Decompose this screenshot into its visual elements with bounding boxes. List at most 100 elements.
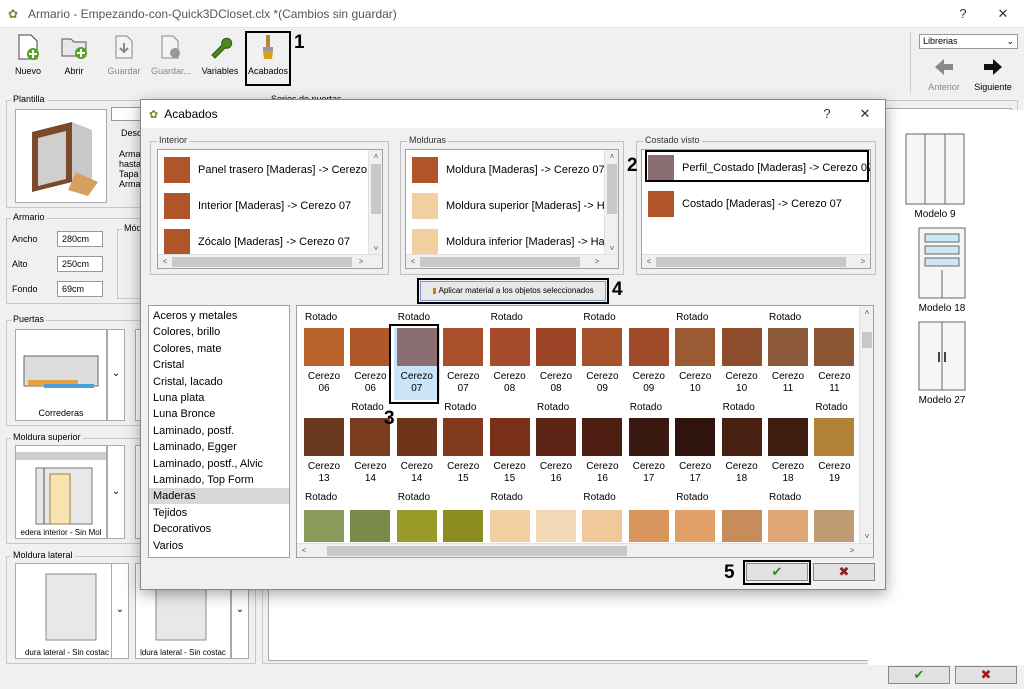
category-item[interactable]: Cristal <box>153 357 184 373</box>
scroll-thumb[interactable] <box>172 257 352 267</box>
moldura-lateral-preview-a[interactable]: dura lateral - Sin costac <box>15 563 119 659</box>
scroll-thumb[interactable] <box>420 257 580 267</box>
material-tile[interactable]: Cerezo 10 <box>672 328 718 395</box>
horizontal-scrollbar[interactable]: < > <box>406 254 618 268</box>
horizontal-scrollbar[interactable]: < > <box>158 254 382 268</box>
moldura-superior-dropdown[interactable]: ⌄ <box>107 445 125 539</box>
horizontal-scrollbar[interactable]: < > <box>642 254 870 268</box>
puertas-dropdown[interactable]: ⌄ <box>107 329 125 421</box>
material-tile[interactable]: Cerezo 06 <box>301 328 347 395</box>
chevron-left-icon[interactable]: < <box>158 255 172 268</box>
category-item[interactable]: Maderas <box>149 488 289 505</box>
material-swatch[interactable] <box>721 510 762 542</box>
list-item[interactable]: Costado [Maderas] -> Cerezo 07 <box>648 190 842 218</box>
dialog-cancel-button[interactable]: ✖ <box>813 563 875 581</box>
main-ok-button[interactable]: ✔ <box>888 666 950 684</box>
ancho-input[interactable]: 280cm <box>57 231 103 247</box>
category-item[interactable]: Aceros y metales <box>153 308 237 324</box>
chevron-right-icon[interactable]: > <box>590 255 604 268</box>
material-tile[interactable]: Cerezo 14 <box>394 418 440 485</box>
scroll-thumb[interactable] <box>656 257 846 267</box>
scroll-thumb[interactable] <box>607 164 617 214</box>
interior-list[interactable]: Panel trasero [Maderas] -> Cerezo Interi… <box>157 149 383 269</box>
material-swatch[interactable] <box>350 510 391 542</box>
list-item[interactable]: Zócalo [Maderas] -> Cerezo 07 <box>164 228 350 256</box>
material-tile[interactable]: Cerezo 08 <box>533 328 579 395</box>
material-swatch[interactable] <box>396 510 437 542</box>
model-18[interactable]: Modelo 18 <box>912 226 972 314</box>
material-tile[interactable]: Cerezo 16 <box>533 418 579 485</box>
category-item[interactable]: Colores, mate <box>153 341 221 357</box>
chevron-right-icon[interactable]: > <box>354 255 368 268</box>
category-item[interactable]: Luna Bronce <box>153 406 215 422</box>
material-tile[interactable]: Cerezo 07 <box>440 328 486 395</box>
material-tile[interactable]: Cerezo 11 <box>765 328 811 395</box>
material-swatch[interactable] <box>814 510 855 542</box>
material-tile[interactable]: Cerezo 10 <box>719 328 765 395</box>
material-swatch[interactable] <box>304 510 344 542</box>
category-item[interactable]: Laminado, postf., Alvic <box>153 456 263 472</box>
category-item[interactable]: Luna plata <box>153 390 204 406</box>
guardar-como-button[interactable]: Guardar... <box>148 32 194 90</box>
list-item[interactable]: Panel trasero [Maderas] -> Cerezo <box>164 156 367 184</box>
moldura-lateral-dropdown-a[interactable]: ⌄ <box>111 563 129 659</box>
moldura-superior-preview[interactable]: edera interior - Sin Mol <box>15 445 107 539</box>
category-item[interactable]: Varios <box>153 538 183 554</box>
material-tile[interactable]: Cerezo 17 <box>672 418 718 485</box>
material-tile[interactable]: Cerezo 18 <box>765 418 811 485</box>
model-27[interactable]: Modelo 27 <box>912 320 972 406</box>
list-item[interactable]: Moldura inferior [Maderas] -> Hay <box>412 228 610 256</box>
vertical-scrollbar[interactable]: ˄ ˅ <box>604 150 618 256</box>
category-item[interactable]: Decorativos <box>153 521 211 537</box>
material-tile[interactable]: Cerezo 15 <box>440 418 486 485</box>
guardar-button[interactable]: Guardar <box>104 32 144 90</box>
chevron-left-icon[interactable]: < <box>642 255 656 268</box>
puertas-preview[interactable]: Correderas <box>15 329 107 421</box>
list-item[interactable]: Moldura superior [Maderas] -> Hay <box>412 192 616 220</box>
chevron-right-icon[interactable]: > <box>845 544 859 557</box>
material-swatch[interactable] <box>582 510 623 542</box>
vertical-scrollbar[interactable]: ˄ ˅ <box>368 150 382 256</box>
material-swatch[interactable] <box>489 510 530 542</box>
material-swatch[interactable] <box>675 510 716 542</box>
horizontal-scrollbar[interactable]: < > <box>297 543 873 557</box>
material-swatch[interactable] <box>768 510 808 542</box>
main-cancel-button[interactable]: ✖ <box>955 666 1017 684</box>
chevron-up-icon[interactable]: ˄ <box>605 150 618 164</box>
librerias-select[interactable]: Librerias ⌄ <box>919 34 1018 49</box>
category-item[interactable]: Laminado, Top Form <box>153 472 254 488</box>
category-item[interactable]: Tejidos <box>153 505 187 521</box>
chevron-left-icon[interactable]: < <box>406 255 420 268</box>
category-item[interactable]: Laminado, Egger <box>153 439 237 455</box>
material-tile[interactable]: Cerezo 16 <box>579 418 625 485</box>
category-item[interactable]: Cristal, lacado <box>153 374 223 390</box>
model-9[interactable]: Modelo 9 <box>904 132 966 220</box>
variables-button[interactable]: Variables <box>199 32 241 90</box>
material-tile[interactable]: Cerezo 19 <box>811 418 857 485</box>
molduras-list[interactable]: Moldura [Maderas] -> Cerezo 07 Moldura s… <box>405 149 619 269</box>
chevron-down-icon[interactable]: ˅ <box>860 530 873 544</box>
fondo-input[interactable]: 69cm <box>57 281 103 297</box>
list-item[interactable]: Moldura [Maderas] -> Cerezo 07 <box>412 156 605 184</box>
scroll-thumb[interactable] <box>862 332 872 348</box>
material-tile[interactable]: Cerezo 15 <box>487 418 533 485</box>
chevron-left-icon[interactable]: < <box>297 544 311 557</box>
chevron-right-icon[interactable]: > <box>856 255 870 268</box>
materials-grid[interactable]: ˄ ˅ < > Rotado Rotado Rotado Rotado Rotado Rota… <box>296 305 874 558</box>
material-tile[interactable]: Cerezo 06 <box>347 328 393 395</box>
material-swatch[interactable] <box>628 510 669 542</box>
abrir-button[interactable]: Abrir <box>56 32 92 90</box>
dialog-help-button[interactable]: ? <box>817 104 837 124</box>
help-button[interactable]: ? <box>953 4 973 24</box>
list-item[interactable]: Interior [Maderas] -> Cerezo 07 <box>164 192 351 220</box>
categories-list[interactable]: Aceros y metales Colores, brillo Colores, … <box>148 305 290 558</box>
scroll-thumb[interactable] <box>327 546 627 556</box>
material-swatch[interactable] <box>443 510 484 542</box>
nuevo-button[interactable]: Nuevo <box>10 32 46 90</box>
alto-input[interactable]: 250cm <box>57 256 103 272</box>
material-tile[interactable]: Cerezo 08 <box>487 328 533 395</box>
material-tile[interactable]: Cerezo 11 <box>811 328 857 395</box>
material-tile[interactable]: Cerezo 18 <box>719 418 765 485</box>
chevron-up-icon[interactable]: ˄ <box>369 150 382 164</box>
dialog-close-button[interactable]: ✕ <box>855 104 875 124</box>
